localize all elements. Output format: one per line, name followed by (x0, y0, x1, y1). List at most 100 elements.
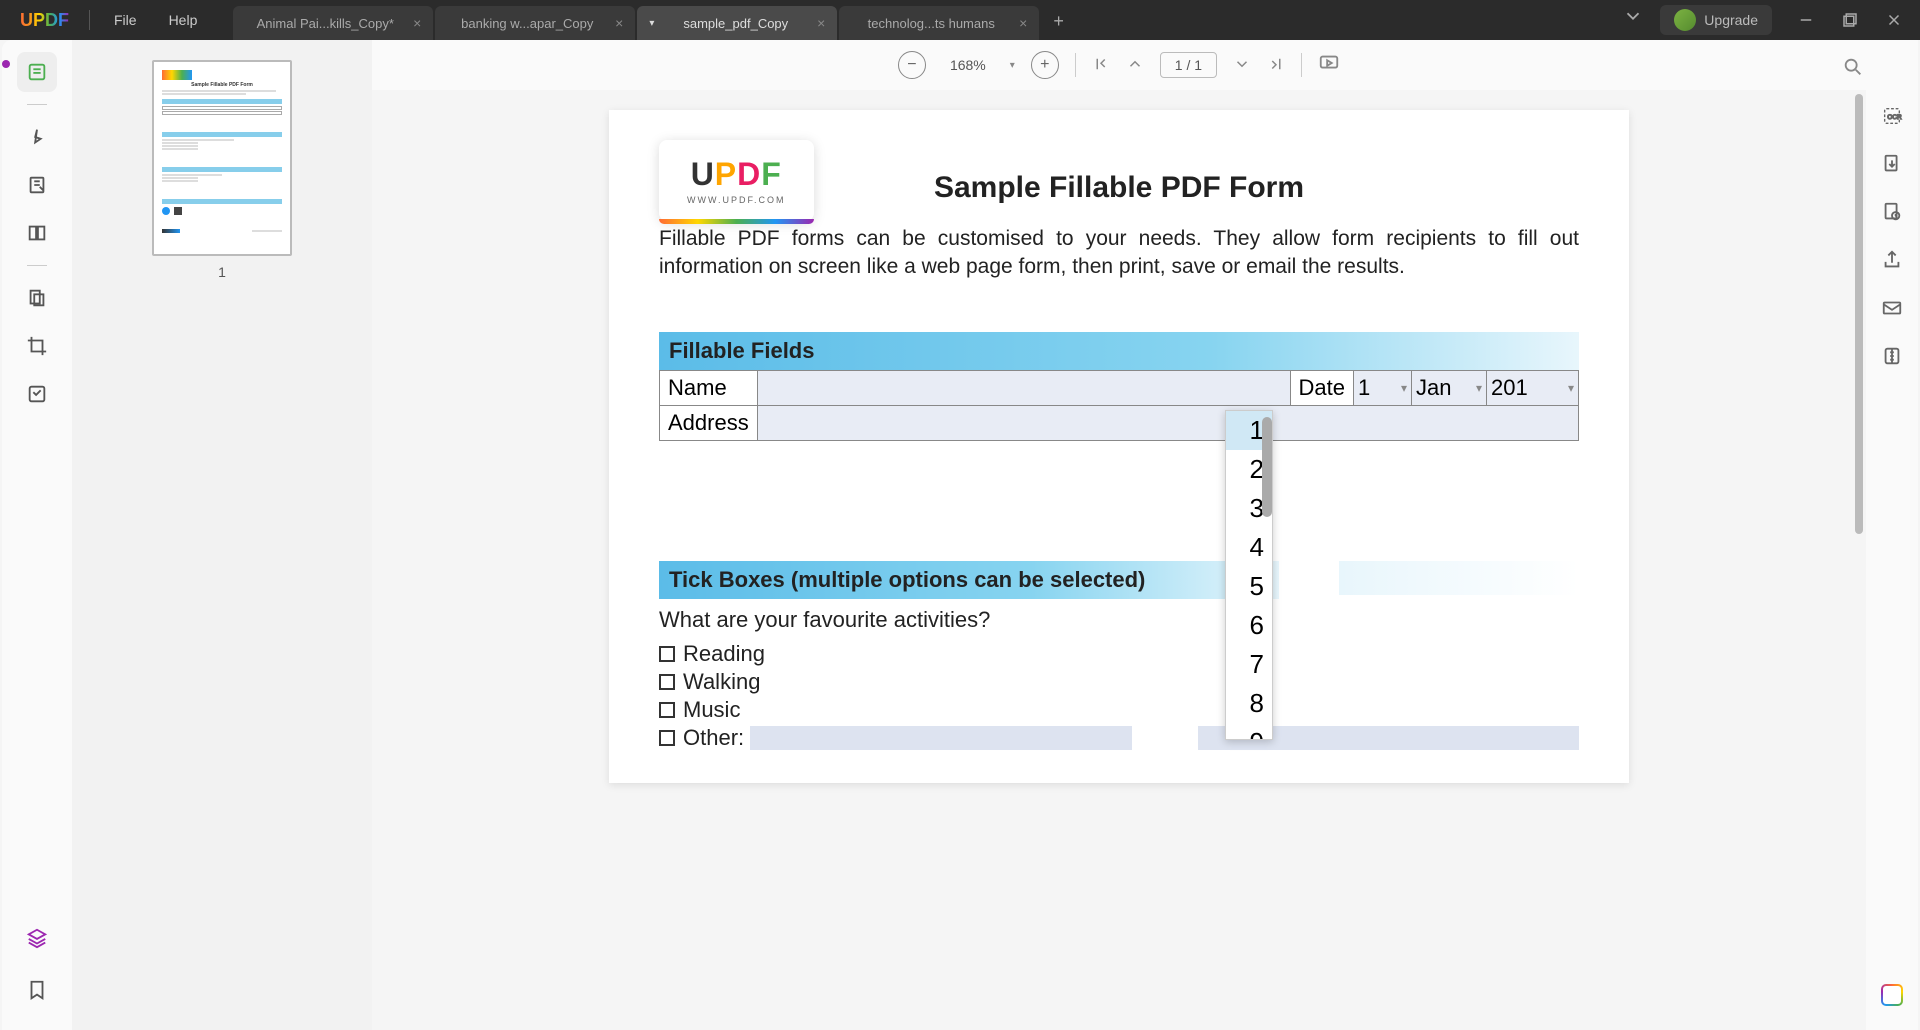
page-indicator[interactable]: 1 / 1 (1160, 52, 1217, 78)
redact-tool-icon[interactable] (17, 278, 57, 318)
tab-label: Animal Pai...kills_Copy* (245, 16, 405, 31)
convert-icon[interactable] (1876, 148, 1908, 180)
tab-animal[interactable]: Animal Pai...kills_Copy* × (233, 6, 433, 40)
checkbox-icon[interactable] (659, 646, 675, 662)
zoom-out-button[interactable]: − (898, 51, 926, 79)
chevron-down-icon: ▾ (1568, 381, 1574, 395)
logo-text: UPDF (20, 10, 69, 31)
crop-tool-icon[interactable] (17, 326, 57, 366)
minimize-button[interactable] (1788, 5, 1824, 35)
zoom-level: 168% (942, 57, 994, 73)
last-page-button[interactable] (1267, 55, 1285, 76)
compress-icon[interactable] (1876, 340, 1908, 372)
dropdown-option[interactable]: 9 (1226, 723, 1272, 740)
checkbox-music[interactable]: Music (659, 697, 1579, 723)
dropdown-option[interactable]: 8 (1226, 684, 1272, 723)
comment-tool-icon[interactable] (17, 117, 57, 157)
name-input[interactable] (757, 370, 1290, 405)
document-intro: Fillable PDF forms can be customised to … (659, 225, 1579, 282)
maximize-button[interactable] (1832, 5, 1868, 35)
organize-pages-icon[interactable] (17, 213, 57, 253)
year-select[interactable]: 201 ▾ (1487, 370, 1579, 405)
svg-text:OCR: OCR (1887, 114, 1902, 121)
date-label: Date (1290, 370, 1353, 405)
share-icon[interactable] (1876, 244, 1908, 276)
email-icon[interactable] (1876, 292, 1908, 324)
document-logo: UPDF WWW.UPDF.COM (659, 140, 814, 221)
tab-label: technolog...ts humans (851, 16, 1011, 31)
presentation-mode-button[interactable] (1318, 52, 1340, 79)
new-tab-button[interactable]: + (1041, 3, 1076, 40)
total-pages: 1 (1194, 57, 1202, 73)
close-icon[interactable]: × (615, 15, 623, 31)
upgrade-button[interactable]: Upgrade (1660, 5, 1772, 35)
close-button[interactable] (1876, 5, 1912, 35)
other-input[interactable] (750, 726, 1131, 750)
checkbox-label: Walking (683, 669, 760, 695)
checkbox-label: Music (683, 697, 740, 723)
app-logo: UPDF (8, 10, 81, 31)
form-tool-icon[interactable] (17, 374, 57, 414)
dropdown-option[interactable]: 7 (1226, 645, 1272, 684)
avatar (1674, 9, 1696, 31)
month-select[interactable]: Jan ▾ (1412, 370, 1487, 405)
prev-page-button[interactable] (1126, 55, 1144, 76)
logo-url: WWW.UPDF.COM (687, 195, 786, 205)
main-layout: Sample Fillable PDF Form (2, 40, 1918, 1030)
name-label: Name (660, 370, 758, 405)
section-header-fillable: Fillable Fields (659, 332, 1579, 370)
day-dropdown-list[interactable]: 1 2 3 4 5 6 7 8 9 (1225, 410, 1273, 740)
tab-sample-pdf[interactable]: ▾ sample_pdf_Copy × (637, 6, 837, 40)
close-icon[interactable]: × (1019, 15, 1027, 31)
checkbox-icon[interactable] (659, 702, 675, 718)
ocr-icon[interactable]: OCR (1876, 100, 1908, 132)
protect-icon[interactable] (1876, 196, 1908, 228)
next-page-button[interactable] (1233, 55, 1251, 76)
tab-overflow-dropdown[interactable] (1614, 0, 1652, 40)
page-sep: / (1186, 57, 1190, 73)
search-button[interactable] (1842, 56, 1864, 83)
zoom-dropdown-icon[interactable]: ▾ (1010, 60, 1015, 71)
dropdown-option[interactable]: 4 (1226, 528, 1272, 567)
document-scroll-area[interactable]: UPDF WWW.UPDF.COM Sample Fillable PDF Fo… (372, 90, 1866, 1030)
current-page: 1 (1175, 57, 1183, 73)
tab-banking[interactable]: banking w...apar_Copy × (435, 6, 635, 40)
first-page-button[interactable] (1092, 55, 1110, 76)
tab-label: sample_pdf_Copy (662, 16, 809, 31)
checkbox-icon[interactable] (659, 674, 675, 690)
tab-label: banking w...apar_Copy (447, 16, 607, 31)
ai-assistant-button[interactable] (1881, 984, 1903, 1006)
accent-dot (2, 60, 10, 68)
address-input[interactable] (757, 405, 1578, 440)
bookmark-icon[interactable] (17, 970, 57, 1010)
close-icon[interactable]: × (413, 15, 421, 31)
section-header-tickboxes: Tick Boxes (multiple options can be sele… (659, 561, 1279, 599)
divider (27, 265, 47, 266)
scrollbar[interactable] (1855, 94, 1863, 534)
layers-icon[interactable] (17, 918, 57, 958)
checkbox-reading[interactable]: Reading (659, 641, 1579, 667)
checkbox-walking[interactable]: Walking (659, 669, 1579, 695)
checkbox-label: Reading (683, 641, 765, 667)
zoom-in-button[interactable]: + (1031, 51, 1059, 79)
thumbnail-page-number: 1 (218, 264, 226, 280)
checkbox-other[interactable]: Other: (659, 725, 1579, 751)
close-icon[interactable]: × (817, 15, 825, 31)
address-label: Address (660, 405, 758, 440)
chevron-down-icon[interactable]: ▾ (649, 18, 654, 29)
day-select[interactable]: 1 ▾ (1354, 370, 1412, 405)
reader-mode-icon[interactable] (17, 52, 57, 92)
document-viewer: − 168% ▾ + 1 / 1 (372, 40, 1866, 1030)
checkbox-icon[interactable] (659, 730, 675, 746)
tab-technolog[interactable]: technolog...ts humans × (839, 6, 1039, 40)
dropdown-option[interactable]: 6 (1226, 606, 1272, 645)
dropdown-option[interactable]: 5 (1226, 567, 1272, 606)
tabs-container: Animal Pai...kills_Copy* × banking w...a… (233, 0, 1652, 40)
thumbnail-panel: Sample Fillable PDF Form (72, 40, 372, 1030)
day-value: 1 (1358, 375, 1370, 401)
file-menu[interactable]: File (98, 4, 153, 36)
dropdown-scrollbar[interactable] (1262, 417, 1272, 517)
help-menu[interactable]: Help (153, 4, 214, 36)
edit-tool-icon[interactable] (17, 165, 57, 205)
page-thumbnail[interactable]: Sample Fillable PDF Form (152, 60, 292, 256)
